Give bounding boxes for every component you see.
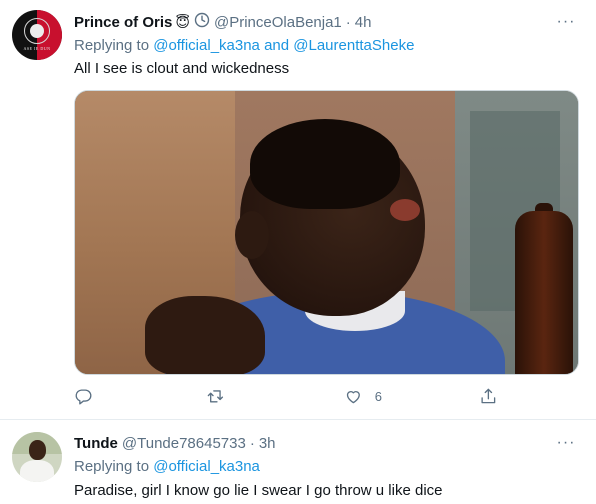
avatar-body [20, 460, 54, 482]
reply-button[interactable] [74, 384, 105, 408]
tweet[interactable]: ASE IE DUN Prince of Oris 😇 @PrinceOlaBe… [0, 0, 596, 420]
tweet-text: Paradise, girl I know go lie I swear I g… [74, 482, 443, 499]
retweet-icon [207, 389, 224, 403]
retweet-button[interactable] [206, 384, 237, 408]
media-bottle [515, 211, 573, 374]
tweet-text: All I see is clout and wickedness [74, 60, 290, 77]
media-hand [145, 296, 265, 374]
avatar-text: ASE IE DUN [23, 46, 51, 51]
display-name[interactable]: Tunde [74, 435, 118, 452]
replying-prefix: Replying to [74, 458, 154, 475]
media-hair [250, 119, 400, 209]
more-icon[interactable]: ··· [556, 433, 576, 453]
replying-to-line: Replying to @official_ka3na and @Laurent… [74, 37, 414, 54]
user-handle[interactable]: @PrinceOlaBenja1 [214, 14, 342, 31]
timestamp[interactable]: 4h [355, 14, 372, 31]
replying-prefix: Replying to [74, 37, 154, 54]
user-handle[interactable]: @Tunde78645733 [122, 435, 246, 452]
replying-to-line: Replying to @official_ka3na [74, 458, 260, 475]
avatar[interactable] [12, 432, 62, 482]
like-button[interactable]: 6 [344, 384, 382, 408]
avatar-seal [30, 24, 44, 38]
separator-dot: · [249, 434, 255, 452]
reply-icon [75, 389, 92, 405]
avatar-head [29, 440, 46, 460]
media-ear [235, 211, 269, 259]
display-name[interactable]: Prince of Oris [74, 14, 172, 31]
separator-dot: · [345, 13, 351, 31]
media-mouth [390, 199, 420, 221]
tweet-header: Prince of Oris 😇 @PrinceOlaBenja1 · 4h [74, 12, 371, 32]
share-button[interactable] [479, 384, 498, 408]
like-count: 6 [374, 388, 382, 404]
clock-icon [194, 12, 210, 32]
tweet[interactable]: Tunde @Tunde78645733 · 3h ··· Replying t… [0, 421, 596, 504]
timestamp[interactable]: 3h [259, 435, 276, 452]
tweet-actions: 6 [74, 384, 579, 408]
replying-to-users-link[interactable]: @official_ka3na and @LaurenttaSheke [153, 37, 414, 54]
heart-icon [346, 390, 360, 403]
tweet-header: Tunde @Tunde78645733 · 3h [74, 433, 276, 453]
share-icon [481, 388, 496, 403]
tweet-media-image[interactable] [74, 90, 579, 375]
replying-to-users-link[interactable]: @official_ka3na [153, 458, 260, 475]
more-icon[interactable]: ··· [556, 12, 576, 32]
halo-emoji-icon: 😇 [175, 13, 190, 30]
avatar[interactable]: ASE IE DUN [12, 10, 62, 60]
